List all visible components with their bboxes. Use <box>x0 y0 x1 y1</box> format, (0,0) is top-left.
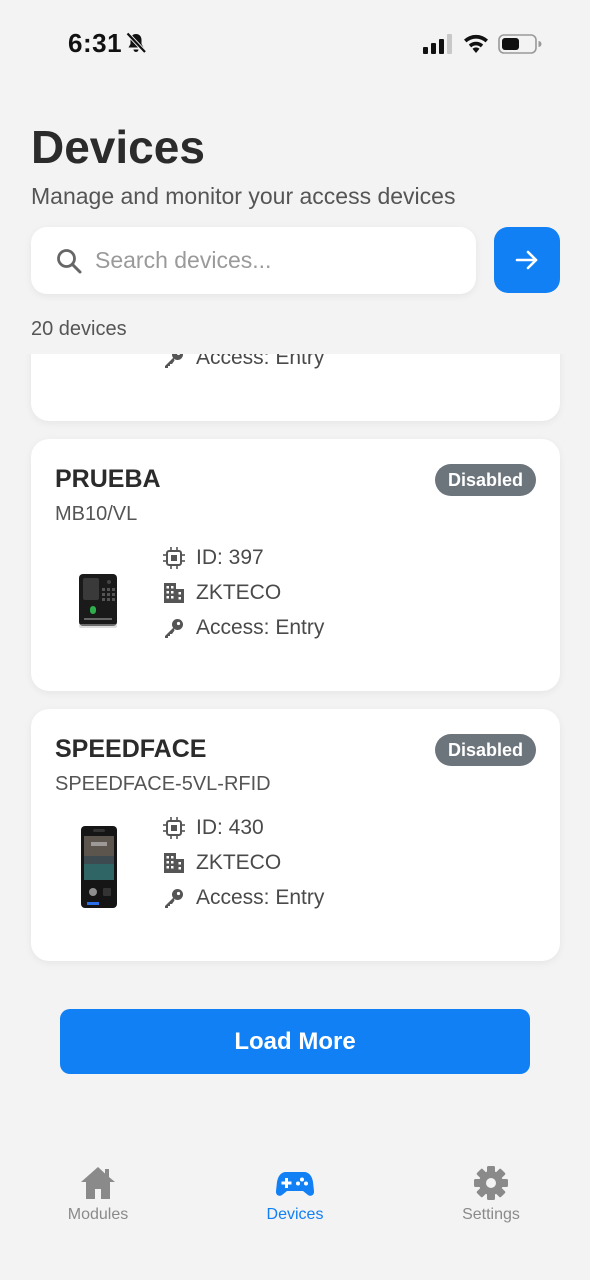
search-input[interactable] <box>95 227 455 294</box>
access-row: Access: Entry <box>163 615 324 641</box>
status-bar: 6:31 <box>0 0 590 90</box>
building-icon <box>164 853 184 873</box>
wifi-icon <box>464 34 488 53</box>
search-submit-button[interactable] <box>494 227 560 293</box>
arrow-right-icon <box>515 250 538 270</box>
device-access: Access: Entry <box>196 886 325 909</box>
status-time: 6:31 <box>68 28 123 58</box>
device-image <box>79 574 117 628</box>
device-image <box>81 826 117 908</box>
tab-label: Devices <box>266 1206 324 1223</box>
access-row: Access: Entry <box>163 354 324 371</box>
device-brand: ZKTECO <box>196 851 282 874</box>
device-list[interactable]: Access: Entry PRUEBA MB10/VL Disabled ID… <box>0 354 590 994</box>
key-icon <box>165 889 183 908</box>
tab-bar: Modules Devices Settings <box>0 1150 590 1280</box>
device-model: MB10/VL <box>55 503 138 525</box>
key-icon <box>165 354 183 368</box>
device-access: Access: Entry <box>196 354 325 369</box>
device-brand: ZKTECO <box>196 581 282 604</box>
brand-row: ZKTECO <box>163 580 281 606</box>
page-subtitle: Manage and monitor your access devices <box>31 183 456 209</box>
battery-icon <box>498 34 542 54</box>
device-name: SPEEDFACE <box>55 735 207 763</box>
device-access: Access: Entry <box>196 616 325 639</box>
gamepad-icon <box>276 1172 314 1196</box>
device-model: SPEEDFACE-5VL-RFID <box>55 773 271 795</box>
device-count: 20 devices <box>31 318 127 340</box>
load-more-button[interactable]: Load More <box>60 1009 530 1074</box>
gear-icon <box>474 1166 508 1200</box>
bell-muted-icon <box>126 32 147 54</box>
device-card[interactable]: Access: Entry <box>31 354 560 421</box>
key-icon <box>165 619 183 638</box>
signal-icon <box>423 34 452 54</box>
device-id: ID: 430 <box>196 816 264 839</box>
home-icon <box>81 1167 115 1199</box>
search-icon <box>57 249 82 274</box>
tab-modules[interactable]: Modules <box>38 1164 158 1224</box>
access-row: Access: Entry <box>163 885 324 911</box>
status-badge: Disabled <box>434 734 536 766</box>
device-name: PRUEBA <box>55 465 161 493</box>
device-card[interactable]: PRUEBA MB10/VL Disabled ID: 397 ZKTECO A… <box>31 439 560 691</box>
device-id: ID: 397 <box>196 546 264 569</box>
id-row: ID: 430 <box>163 815 264 841</box>
tab-settings[interactable]: Settings <box>431 1164 551 1224</box>
tab-label: Settings <box>462 1206 520 1223</box>
page-title: Devices <box>31 121 205 173</box>
search-box[interactable] <box>31 227 476 294</box>
chip-icon <box>163 547 185 569</box>
tab-devices[interactable]: Devices <box>235 1164 355 1224</box>
brand-row: ZKTECO <box>163 850 281 876</box>
tab-label: Modules <box>67 1206 129 1223</box>
status-badge: Disabled <box>434 464 536 496</box>
chip-icon <box>163 817 185 839</box>
id-row: ID: 397 <box>163 545 264 571</box>
device-card[interactable]: SPEEDFACE SPEEDFACE-5VL-RFID Disabled ID… <box>31 709 560 961</box>
building-icon <box>164 583 184 603</box>
